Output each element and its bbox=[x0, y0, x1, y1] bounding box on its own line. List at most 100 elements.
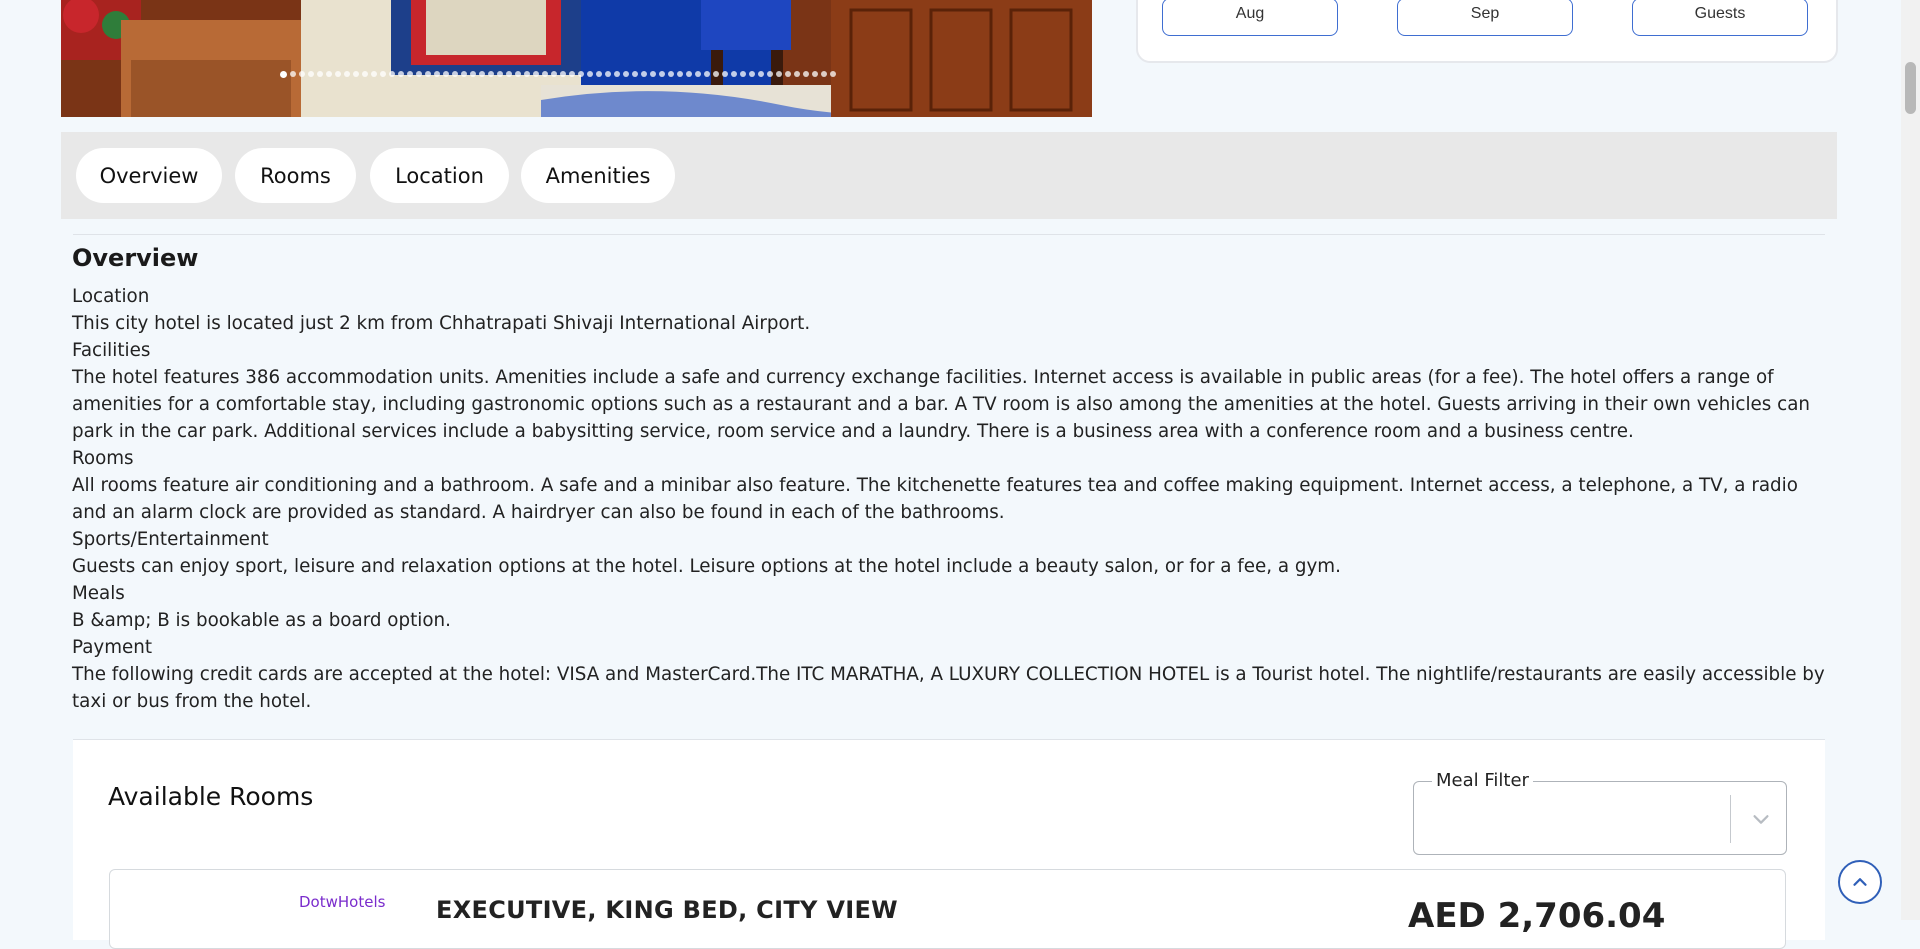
overview-subheading-location: Location bbox=[72, 286, 150, 307]
gallery-dot[interactable] bbox=[758, 71, 764, 77]
checkin-button[interactable]: Aug bbox=[1162, 0, 1338, 36]
booking-card: Aug Sep Guests bbox=[1136, 0, 1838, 63]
gallery-dot[interactable] bbox=[542, 71, 548, 77]
gallery-dot[interactable] bbox=[515, 71, 521, 77]
gallery-dot[interactable] bbox=[731, 71, 737, 77]
guests-button[interactable]: Guests bbox=[1632, 0, 1808, 36]
gallery-dot[interactable] bbox=[290, 71, 296, 77]
gallery-dot[interactable] bbox=[821, 71, 827, 77]
gallery-dot[interactable] bbox=[830, 71, 836, 77]
gallery-dot[interactable] bbox=[344, 71, 350, 77]
chevron-up-icon bbox=[1853, 878, 1867, 886]
gallery-dot[interactable] bbox=[713, 71, 719, 77]
gallery-dot[interactable] bbox=[740, 71, 746, 77]
overview-paragraph-sports: Guests can enjoy sport, leisure and rela… bbox=[72, 556, 1341, 577]
gallery-dot[interactable] bbox=[794, 71, 800, 77]
overview-subheading-rooms: Rooms bbox=[72, 448, 134, 469]
room-price: AED 2,706.04 bbox=[1408, 896, 1666, 936]
gallery-dot[interactable] bbox=[623, 71, 629, 77]
gallery-dot[interactable] bbox=[452, 71, 458, 77]
gallery-dot[interactable] bbox=[560, 71, 566, 77]
gallery-dot[interactable] bbox=[578, 71, 584, 77]
gallery-dot[interactable] bbox=[650, 71, 656, 77]
gallery-dot[interactable] bbox=[434, 71, 440, 77]
gallery-dot[interactable] bbox=[803, 71, 809, 77]
gallery-dot[interactable] bbox=[425, 71, 431, 77]
gallery-dot[interactable] bbox=[749, 71, 755, 77]
gallery-dot[interactable] bbox=[524, 71, 530, 77]
gallery-dot[interactable] bbox=[668, 71, 674, 77]
gallery-dot[interactable] bbox=[677, 71, 683, 77]
gallery-dot[interactable] bbox=[326, 71, 332, 77]
room-card[interactable]: DotwHotels EXECUTIVE, KING BED, CITY VIE… bbox=[109, 869, 1786, 949]
section-tabs: Overview Rooms Location Amenities bbox=[61, 132, 1837, 219]
gallery-dot[interactable] bbox=[596, 71, 602, 77]
meal-filter-select[interactable]: Meal Filter bbox=[1413, 770, 1787, 855]
gallery-dot[interactable] bbox=[614, 71, 620, 77]
gallery-dot[interactable] bbox=[506, 71, 512, 77]
gallery-dot[interactable] bbox=[416, 71, 422, 77]
tab-amenities[interactable]: Amenities bbox=[521, 148, 675, 203]
overview-heading: Overview bbox=[72, 244, 199, 272]
gallery-dot[interactable] bbox=[470, 71, 476, 77]
overview-paragraph-facilities: The hotel features 386 accommodation uni… bbox=[72, 367, 1810, 442]
gallery-dot[interactable] bbox=[308, 71, 314, 77]
gallery-pagination[interactable] bbox=[280, 71, 836, 79]
gallery-dot[interactable] bbox=[704, 71, 710, 77]
page-scrollbar[interactable] bbox=[1901, 0, 1920, 920]
gallery-dot[interactable] bbox=[407, 71, 413, 77]
gallery-dot[interactable] bbox=[488, 71, 494, 77]
gallery-dot[interactable] bbox=[335, 71, 341, 77]
gallery-dot[interactable] bbox=[389, 71, 395, 77]
gallery-dot[interactable] bbox=[398, 71, 404, 77]
overview-subheading-sports: Sports/Entertainment bbox=[72, 529, 269, 550]
overview-text: Location This city hotel is located just… bbox=[72, 283, 1830, 715]
gallery-dot[interactable] bbox=[695, 71, 701, 77]
overview-subheading-facilities: Facilities bbox=[72, 340, 151, 361]
gallery-dot[interactable] bbox=[443, 71, 449, 77]
gallery-dot[interactable] bbox=[632, 71, 638, 77]
available-rooms-panel: Available Rooms Meal Filter DotwHotels E… bbox=[73, 740, 1825, 949]
gallery-dot[interactable] bbox=[767, 71, 773, 77]
select-separator bbox=[1730, 795, 1731, 843]
gallery-dot[interactable] bbox=[659, 71, 665, 77]
overview-paragraph-location: This city hotel is located just 2 km fro… bbox=[72, 313, 811, 334]
room-supplier: DotwHotels bbox=[299, 893, 386, 911]
hotel-room-photo bbox=[61, 0, 1092, 117]
checkout-button[interactable]: Sep bbox=[1397, 0, 1573, 36]
gallery-dot[interactable] bbox=[569, 71, 575, 77]
gallery-dot[interactable] bbox=[353, 71, 359, 77]
overview-subheading-meals: Meals bbox=[72, 583, 125, 604]
gallery-dot[interactable] bbox=[362, 71, 368, 77]
gallery-dot[interactable] bbox=[461, 71, 467, 77]
gallery-dot[interactable] bbox=[380, 71, 386, 77]
chevron-down-icon[interactable] bbox=[1750, 808, 1772, 830]
overview-paragraph-rooms: All rooms feature air conditioning and a… bbox=[72, 475, 1798, 523]
gallery-dot[interactable] bbox=[785, 71, 791, 77]
scroll-to-top-button[interactable] bbox=[1838, 860, 1882, 904]
tab-overview[interactable]: Overview bbox=[76, 148, 222, 203]
gallery-dot[interactable] bbox=[479, 71, 485, 77]
gallery-dot[interactable] bbox=[533, 71, 539, 77]
gallery-dot[interactable] bbox=[605, 71, 611, 77]
gallery-dot[interactable] bbox=[587, 71, 593, 77]
available-rooms-heading: Available Rooms bbox=[108, 782, 314, 811]
tab-location[interactable]: Location bbox=[370, 148, 509, 203]
gallery-dot[interactable] bbox=[641, 71, 647, 77]
gallery-dot[interactable] bbox=[776, 71, 782, 77]
overview-subheading-payment: Payment bbox=[72, 637, 153, 658]
gallery-dot[interactable] bbox=[812, 71, 818, 77]
hotel-photo-gallery[interactable] bbox=[61, 0, 1092, 117]
gallery-dot[interactable] bbox=[551, 71, 557, 77]
gallery-dot[interactable] bbox=[497, 71, 503, 77]
gallery-dot[interactable] bbox=[280, 71, 287, 78]
gallery-dot[interactable] bbox=[371, 71, 377, 77]
gallery-dot[interactable] bbox=[299, 71, 305, 77]
gallery-dot[interactable] bbox=[317, 71, 323, 77]
gallery-dot[interactable] bbox=[686, 71, 692, 77]
scrollbar-thumb[interactable] bbox=[1905, 62, 1916, 114]
tab-rooms[interactable]: Rooms bbox=[235, 148, 356, 203]
gallery-dot[interactable] bbox=[722, 71, 728, 77]
divider bbox=[73, 234, 1825, 235]
overview-paragraph-payment: The following credit cards are accepted … bbox=[72, 664, 1825, 712]
